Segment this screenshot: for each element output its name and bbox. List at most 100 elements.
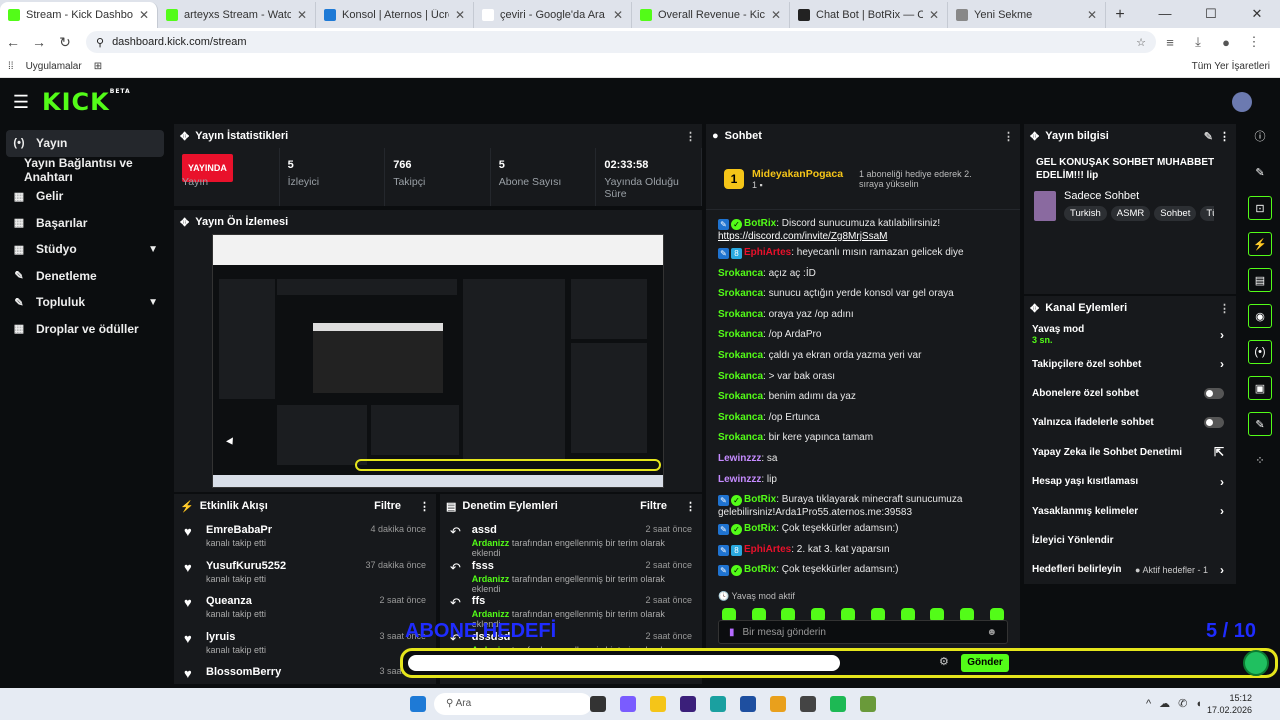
browser-tab[interactable]: Chat Bot | BotRix — Cloud Stre✕ — [790, 2, 948, 28]
more-options-icon[interactable]: ⋮ — [685, 500, 696, 513]
pencil-icon[interactable]: ✎ — [1248, 160, 1272, 184]
sidebar-item-stream-key[interactable]: Yayın Bağlantısı ve Anahtarı — [0, 156, 170, 184]
browser-tab[interactable]: çeviri - Google'da Ara ✕ — [474, 2, 632, 28]
channel-action-item[interactable]: Yasaklanmış kelimeler › — [1024, 496, 1236, 525]
back-icon[interactable]: ← — [0, 34, 26, 50]
app-icon[interactable] — [620, 696, 636, 712]
channel-action-item[interactable]: Abonelere özel sohbet — [1024, 379, 1236, 408]
menu-icon[interactable]: ⋮ — [1240, 34, 1268, 50]
chat-username[interactable]: Srokanca — [718, 288, 763, 299]
close-tab-icon[interactable]: ✕ — [771, 8, 781, 22]
browser-tab[interactable]: Stream - Kick Dashboard✕ — [0, 2, 158, 28]
chat-username[interactable]: Srokanca — [718, 391, 763, 402]
taskbar-clock[interactable]: 15:12 17.02.2026 — [1207, 692, 1252, 716]
all-bookmarks[interactable]: Tüm Yer İşaretleri — [1192, 61, 1270, 72]
chat-username[interactable]: Lewinzzz — [718, 453, 761, 464]
channel-action-item[interactable]: Yapay Zeka ile Sohbet Denetimi ⇱ — [1024, 438, 1236, 467]
taskbar-search[interactable]: ⚲ Ara — [434, 693, 592, 715]
undo-icon[interactable]: ↶ — [450, 595, 462, 619]
chat-username[interactable]: BotRix — [744, 494, 776, 505]
drag-handle-icon[interactable]: ✥ — [180, 216, 189, 229]
drag-handle-icon[interactable]: ✥ — [1030, 302, 1039, 315]
bolt-icon[interactable]: ⚡ — [1248, 232, 1272, 256]
close-tab-icon[interactable]: ✕ — [139, 8, 149, 22]
chat-username[interactable]: EphiArtes — [744, 247, 791, 258]
app-icon[interactable] — [740, 696, 756, 712]
channel-action-item[interactable]: İzleyici Yönlendir — [1024, 526, 1236, 555]
chat-username[interactable]: Srokanca — [718, 371, 763, 382]
chat-link[interactable]: https://discord.com/invite/Zg8MrjSsaM — [718, 231, 888, 242]
gear-icon[interactable]: ⚙ — [939, 655, 949, 668]
profile-icon[interactable]: ● — [1212, 35, 1240, 50]
edit-icon[interactable]: ✎ — [1204, 130, 1213, 143]
close-tab-icon[interactable]: ✕ — [455, 8, 465, 22]
browser-tab[interactable]: Overall Revenue - Kick Dashbo✕ — [632, 2, 790, 28]
drag-handle-icon[interactable]: ✥ — [180, 130, 189, 143]
folder-icon[interactable] — [650, 696, 666, 712]
close-tab-icon[interactable]: ✕ — [297, 8, 307, 22]
filter-button[interactable]: Filtre — [640, 500, 667, 512]
chat-username[interactable]: EphiArtes — [744, 544, 791, 555]
channel-action-item[interactable]: Hedefleri belirleyin ● Aktif hedefler - 1… — [1024, 555, 1236, 584]
channel-action-item[interactable]: Yalnızca ifadelerle sohbet — [1024, 408, 1236, 437]
filter-button[interactable]: Filtre — [374, 500, 401, 512]
chat-username[interactable]: BotRix — [744, 564, 776, 575]
sidebar-item-studyo[interactable]: ▦ Stüdyo ▼ — [0, 236, 170, 263]
external-link-icon[interactable]: ⇱ — [1214, 445, 1224, 459]
undo-icon[interactable]: ↶ — [450, 524, 462, 548]
channel-action-item[interactable]: Takipçilere özel sohbet › — [1024, 349, 1236, 378]
chat-username[interactable]: BotRix — [744, 218, 776, 229]
close-window-icon[interactable]: ✕ — [1234, 0, 1280, 28]
chat-input[interactable]: ▮ Bir mesaj gönderin ☻ — [718, 620, 1008, 644]
sidebar-item-gelir[interactable]: ▦ Gelir — [0, 183, 170, 210]
wrench-icon[interactable]: ✎ — [1248, 412, 1272, 436]
dots-icon[interactable]: ⁘ — [1248, 448, 1272, 472]
crop-icon[interactable]: ⊡ — [1248, 196, 1272, 220]
chat-username[interactable]: Srokanca — [718, 268, 763, 279]
undo-icon[interactable]: ↶ — [450, 560, 462, 584]
server-icon[interactable]: ▣ — [1248, 376, 1272, 400]
spotify-icon[interactable] — [830, 696, 846, 712]
system-tray[interactable]: ^☁✆◖ — [1146, 697, 1210, 710]
microphone-icon[interactable]: ▮ — [729, 627, 735, 638]
chat-username[interactable]: BotRix — [744, 523, 776, 534]
chat-username[interactable]: Lewinzzz — [718, 474, 761, 485]
site-info-icon[interactable]: ⚲ — [96, 36, 104, 49]
toggle-switch[interactable] — [1204, 417, 1224, 429]
sidebar-item-yayin[interactable]: (•) Yayın — [6, 130, 164, 157]
tab-search-icon[interactable]: ≡ — [1156, 35, 1184, 50]
new-tab-button[interactable]: + — [1106, 2, 1134, 28]
hamburger-menu-icon[interactable]: ☰ — [0, 92, 42, 113]
download-icon[interactable]: ⤓ — [1184, 34, 1212, 50]
document-icon[interactable]: ▤ — [1248, 268, 1272, 292]
browser-tab[interactable]: arteyxs Stream - Watch Live on✕ — [158, 2, 316, 28]
toggle-switch[interactable] — [1204, 387, 1224, 399]
drag-handle-icon[interactable]: ✥ — [1030, 130, 1039, 143]
chrome-icon[interactable] — [770, 696, 786, 712]
send-button[interactable]: Gönder — [961, 654, 1009, 672]
user-avatar[interactable] — [1232, 92, 1252, 112]
browser-tab[interactable]: Konsol | Aternos | Ücretsiz Mine✕ — [316, 2, 474, 28]
app-icon[interactable] — [680, 696, 696, 712]
obs-icon[interactable] — [800, 696, 816, 712]
kick-logo[interactable]: KICKBETA — [42, 88, 131, 116]
emoji-icon[interactable]: ☻ — [986, 627, 997, 638]
chat-username[interactable]: Srokanca — [718, 309, 763, 320]
edge-icon[interactable] — [710, 696, 726, 712]
close-tab-icon[interactable]: ✕ — [613, 8, 623, 22]
kick-round-icon[interactable] — [1243, 650, 1269, 676]
chat-icon[interactable]: ◉ — [1248, 304, 1272, 328]
more-options-icon[interactable]: ⋮ — [1003, 130, 1014, 143]
sidebar-item-denetleme[interactable]: ✎ Denetleme — [0, 263, 170, 290]
stream-preview-video[interactable] — [212, 234, 664, 488]
browser-tab[interactable]: Yeni Sekme ✕ — [948, 2, 1106, 28]
maximize-icon[interactable]: ☐ — [1188, 0, 1234, 28]
minecraft-icon[interactable] — [860, 696, 876, 712]
url-input[interactable]: ⚲ dashboard.kick.com/stream ☆ — [86, 31, 1156, 53]
more-options-icon[interactable]: ⋮ — [685, 130, 696, 143]
chat-username[interactable]: Srokanca — [718, 412, 763, 423]
apps-icon[interactable]: ⁞⁞ — [8, 61, 14, 72]
bookmark-star-icon[interactable]: ☆ — [1136, 36, 1146, 49]
forward-icon[interactable]: → — [26, 34, 52, 50]
grid-icon[interactable]: ⊞ — [94, 61, 102, 72]
